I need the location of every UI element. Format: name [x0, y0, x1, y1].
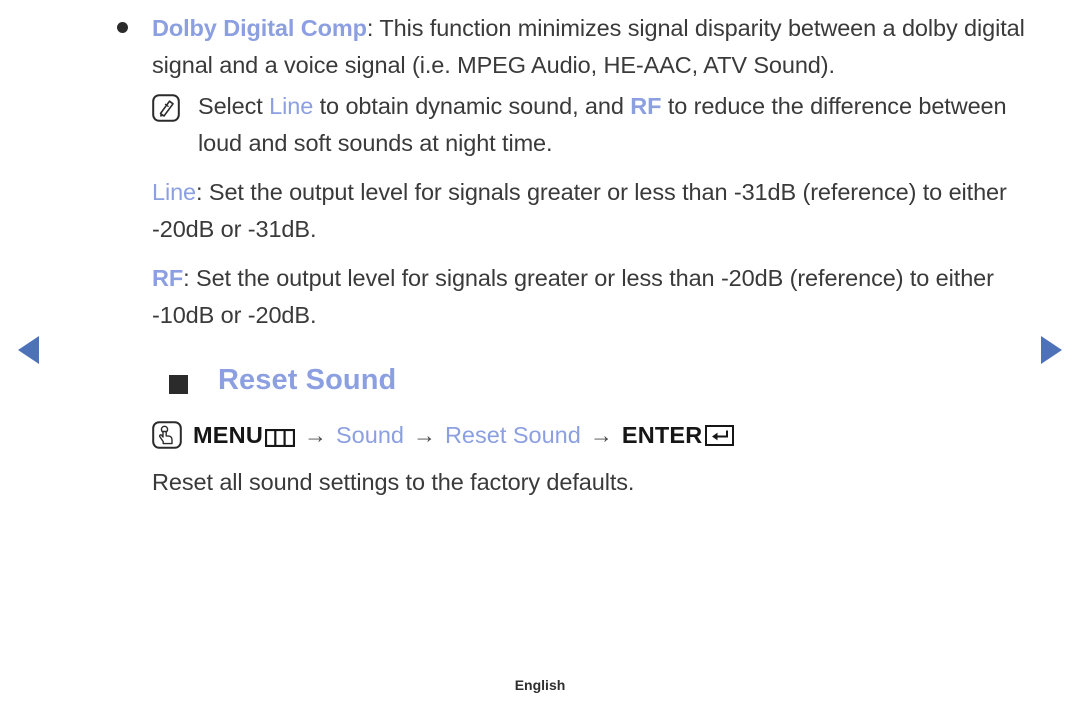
section-header-reset-sound: Reset Sound	[110, 364, 1040, 408]
term-dolby-digital-comp: Dolby Digital Comp	[152, 15, 367, 41]
note-text: Select Line to obtain dynamic sound, and…	[198, 88, 1040, 162]
note-pencil-icon	[152, 94, 180, 122]
enter-button-label: ENTER	[621, 421, 703, 448]
square-bullet-icon	[169, 375, 188, 394]
breadcrumb-separator-1: →	[304, 421, 327, 448]
paragraph-rf: RF: Set the output level for signals gre…	[110, 260, 1040, 334]
breadcrumb-step-reset-sound: Reset Sound	[444, 421, 581, 448]
footer-language-label: English	[514, 677, 566, 693]
paragraph-line: Line: Set the output level for signals g…	[110, 174, 1040, 248]
section-description: Reset all sound settings to the factory …	[152, 469, 635, 495]
breadcrumb-separator-2: →	[412, 421, 436, 448]
note-block: Select Line to obtain dynamic sound, and…	[110, 88, 1040, 162]
page-root: Dolby Digital Comp: This function minimi…	[0, 0, 1080, 705]
menu-button-label: MENU	[193, 421, 263, 448]
bullet-item-dolby-digital-comp: Dolby Digital Comp: This function minimi…	[110, 10, 1040, 84]
paragraph-line-body: : Set the output level for signals great…	[152, 179, 1007, 242]
breadcrumb-step-sound: Sound	[336, 421, 404, 448]
paragraph-rf-keyword: RF	[152, 265, 184, 291]
paragraph-line-text: Line: Set the output level for signals g…	[152, 174, 1040, 248]
menu-path-breadcrumb: MENU → Sound → Reset Sound → ENTER	[110, 418, 1040, 452]
page-title: Reset Sound	[218, 364, 397, 396]
content-column: Dolby Digital Comp: This function minimi…	[110, 0, 1040, 501]
menu-button-glyph-icon	[264, 426, 296, 448]
note-text-part1: Select	[198, 93, 270, 119]
next-page-arrow-icon[interactable]	[1041, 336, 1062, 364]
paragraph-rf-text: RF: Set the output level for signals gre…	[152, 260, 1040, 334]
bullet-item-text: Dolby Digital Comp: This function minimi…	[152, 10, 1040, 84]
section-description-wrapper: Reset all sound settings to the factory …	[110, 464, 1040, 501]
paragraph-rf-body: : Set the output level for signals great…	[152, 265, 994, 328]
prev-page-arrow-icon[interactable]	[18, 336, 39, 364]
hand-press-button-icon	[152, 421, 182, 449]
note-keyword-line: Line	[269, 93, 314, 119]
round-bullet-icon	[117, 22, 128, 33]
note-text-part2: to obtain dynamic sound, and	[313, 93, 631, 119]
paragraph-line-keyword: Line	[152, 179, 197, 205]
enter-button-glyph-icon	[705, 424, 735, 446]
breadcrumb-separator-3: →	[589, 421, 613, 448]
note-keyword-rf: RF	[630, 93, 662, 119]
